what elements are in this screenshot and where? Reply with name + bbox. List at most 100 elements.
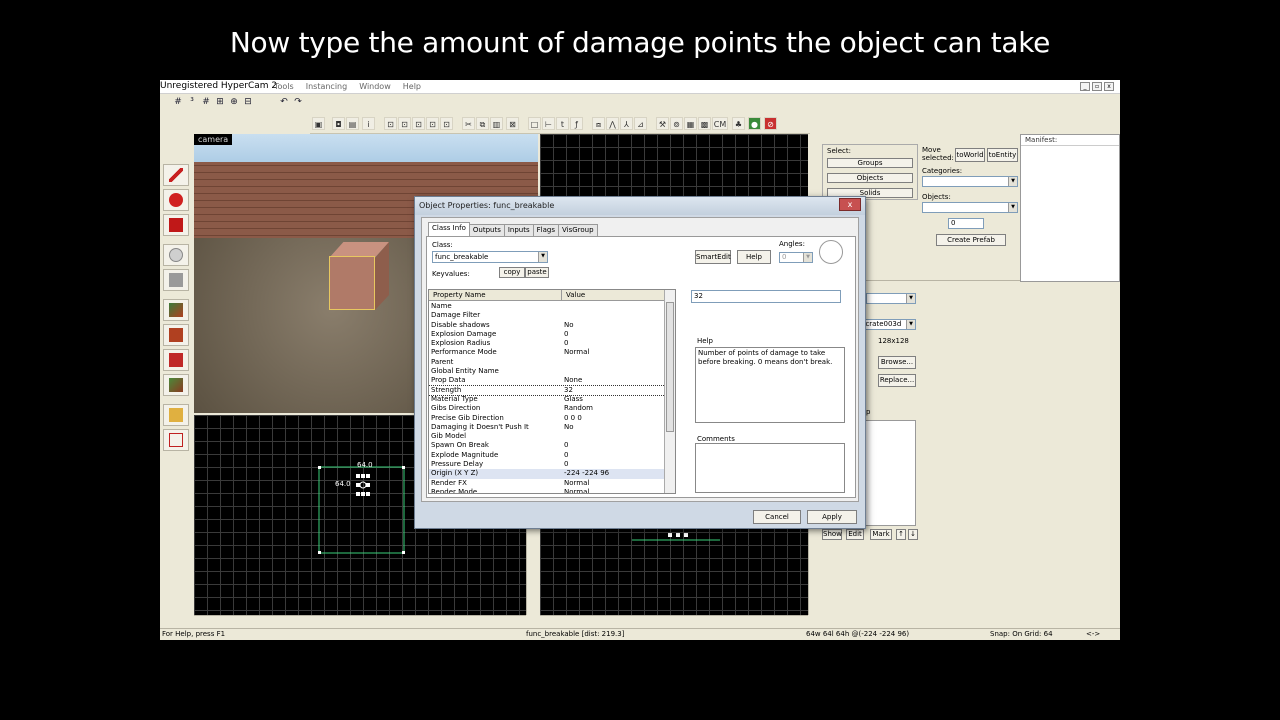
objects-count-spinner[interactable]: 0 (948, 218, 984, 229)
block-tool[interactable] (163, 269, 189, 291)
keyvalue-row[interactable]: Render Mode Normal (429, 488, 665, 493)
larger-grid-icon[interactable]: ⊕ (228, 96, 240, 108)
minimize-icon[interactable]: _ (1080, 82, 1090, 91)
split-icon[interactable]: ⊢ (542, 117, 555, 130)
leaf-icon[interactable]: ♣ (732, 117, 745, 130)
keyvalue-row[interactable]: Gibs Direction Random (429, 404, 665, 413)
tab-inputs[interactable]: Inputs (503, 224, 534, 236)
keyvalue-row[interactable]: Precise Gib Direction 0 0 0 (429, 414, 665, 423)
select-all-icon[interactable]: ⊠ (506, 117, 519, 130)
align-icon[interactable]: ⊿ (634, 117, 647, 130)
entity-tool[interactable] (163, 244, 189, 266)
replace-button[interactable]: Replace... (878, 374, 916, 387)
copy-icon[interactable]: ⧉ (476, 117, 489, 130)
group-icon[interactable]: ⧈ (592, 117, 605, 130)
tab-flags[interactable]: Flags (532, 224, 559, 236)
tab-outputs[interactable]: Outputs (468, 224, 505, 236)
keyvalue-row[interactable]: Explosion Radius 0 (429, 339, 665, 348)
keyvalue-row[interactable]: Explosion Damage 0 (429, 330, 665, 339)
selected-crate[interactable] (329, 256, 375, 310)
wrench-icon[interactable]: ⚒ (656, 117, 669, 130)
edit-button[interactable]: Edit (846, 529, 864, 540)
smaller-grid-icon[interactable]: ⊟ (242, 96, 254, 108)
copy-button[interactable]: copy (499, 267, 525, 278)
keyvalue-row[interactable]: Strength 32 (429, 384, 666, 397)
magnify-tool[interactable] (163, 189, 189, 211)
paint-icon[interactable]: ƒ (570, 117, 583, 130)
close-icon[interactable]: x (839, 198, 861, 211)
manifest-panel[interactable]: Manifest: (1020, 134, 1120, 282)
scale-lock-icon[interactable]: ⊡ (426, 117, 439, 130)
close-icon[interactable]: x (1104, 82, 1114, 91)
categories-combo[interactable]: ▼ (922, 176, 1018, 187)
ungroup-icon[interactable]: ⋀ (606, 117, 619, 130)
apply-button[interactable]: Apply (807, 510, 857, 524)
texture-lock-icon[interactable]: ⊡ (412, 117, 425, 130)
ignore-groups-icon[interactable]: i (362, 117, 375, 130)
menu-tools[interactable]: Tools (274, 82, 294, 91)
objects-combo[interactable]: ▼ (922, 202, 1018, 213)
restore-icon[interactable]: ▫ (1092, 82, 1102, 91)
texture-group-combo[interactable]: ▼ (866, 293, 916, 304)
clip-tool[interactable] (163, 404, 189, 426)
help-button[interactable]: Help (737, 250, 771, 264)
side-view-hscroll[interactable] (540, 615, 808, 625)
keyvalue-row[interactable]: Parent (429, 358, 665, 367)
scroll-thumb[interactable] (666, 302, 674, 432)
dialog-title-bar[interactable]: Object Properties: func_breakable x (415, 197, 865, 215)
paste-button[interactable]: paste (525, 267, 549, 278)
run-map-icon[interactable]: ▤ (346, 117, 359, 130)
keyvalue-row[interactable]: Name (429, 302, 665, 311)
overlay-tool[interactable] (163, 374, 189, 396)
3d-grid-icon[interactable]: ³ (186, 96, 198, 108)
keyvalue-row[interactable]: Disable shadows No (429, 321, 665, 330)
to-world-button[interactable]: toWorld (955, 148, 985, 162)
snap-icon[interactable]: ⊞ (214, 96, 226, 108)
keyvalue-row[interactable]: Performance Mode Normal (429, 348, 665, 357)
grid-toggle-icon[interactable]: ▦ (684, 117, 697, 130)
carve-icon[interactable]: ⊡ (440, 117, 453, 130)
vertex-tool[interactable] (163, 429, 189, 451)
column-property-name[interactable]: Property Name (433, 291, 486, 299)
hide-icon[interactable]: ⊡ (398, 117, 411, 130)
to-entity-button[interactable]: toEntity (987, 148, 1018, 162)
keyvalue-row[interactable]: Spawn On Break 0 (429, 441, 665, 450)
paste-icon[interactable]: ▥ (490, 117, 503, 130)
keyvalue-row[interactable]: Explode Magnitude 0 (429, 451, 665, 460)
box-icon[interactable]: □ (528, 117, 541, 130)
value-edit-field[interactable]: 32 (691, 290, 841, 303)
visgroup-list[interactable] (860, 420, 916, 526)
show-button[interactable]: Show (822, 529, 842, 540)
apply-texture-tool[interactable] (163, 324, 189, 346)
dot-grid-icon[interactable]: # (200, 96, 212, 108)
menu-window[interactable]: Window (359, 82, 391, 91)
move-down-icon[interactable]: ↓ (908, 529, 918, 540)
browse-button[interactable]: Browse... (878, 356, 916, 369)
keyvalue-row[interactable]: Render FX Normal (429, 479, 665, 488)
cordon-icon[interactable]: ⊡ (384, 117, 397, 130)
keyvalue-row[interactable]: Prop Data None (429, 376, 665, 385)
column-value[interactable]: Value (566, 291, 585, 299)
angles-combo[interactable]: 0 ▼ (779, 252, 813, 263)
no-draw-icon[interactable]: ⊘ (764, 117, 777, 130)
objects-radio[interactable]: Objects (827, 173, 913, 183)
flip-icon[interactable]: ⅄ (620, 117, 633, 130)
camera-icon[interactable]: ◘ (332, 117, 345, 130)
smartedit-toggle[interactable]: SmartEdit (695, 250, 731, 264)
menu-help[interactable]: Help (403, 82, 421, 91)
class-combo[interactable]: func_breakable ▼ (432, 251, 548, 263)
cut-icon[interactable]: ✂ (462, 117, 475, 130)
green-ball-icon[interactable]: ● (748, 117, 761, 130)
keyvalues-table[interactable]: Property Name Value Name Damage Filter Dis… (428, 289, 676, 494)
groups-radio[interactable]: Groups (827, 158, 913, 168)
mark-button[interactable]: Mark (870, 529, 892, 540)
cancel-button[interactable]: Cancel (753, 510, 801, 524)
keyvalue-row[interactable]: Pressure Delay 0 (429, 460, 665, 469)
keyvalue-row[interactable]: Material Type Glass (429, 395, 665, 404)
grid-icon[interactable]: # (172, 96, 184, 108)
camera-tool[interactable] (163, 214, 189, 236)
cm-icon[interactable]: CM (712, 117, 728, 130)
keyvalue-row[interactable]: Damage Filter (429, 311, 665, 320)
create-prefab-button[interactable]: Create Prefab (936, 234, 1006, 246)
tab-class-info[interactable]: Class Info (428, 222, 470, 236)
